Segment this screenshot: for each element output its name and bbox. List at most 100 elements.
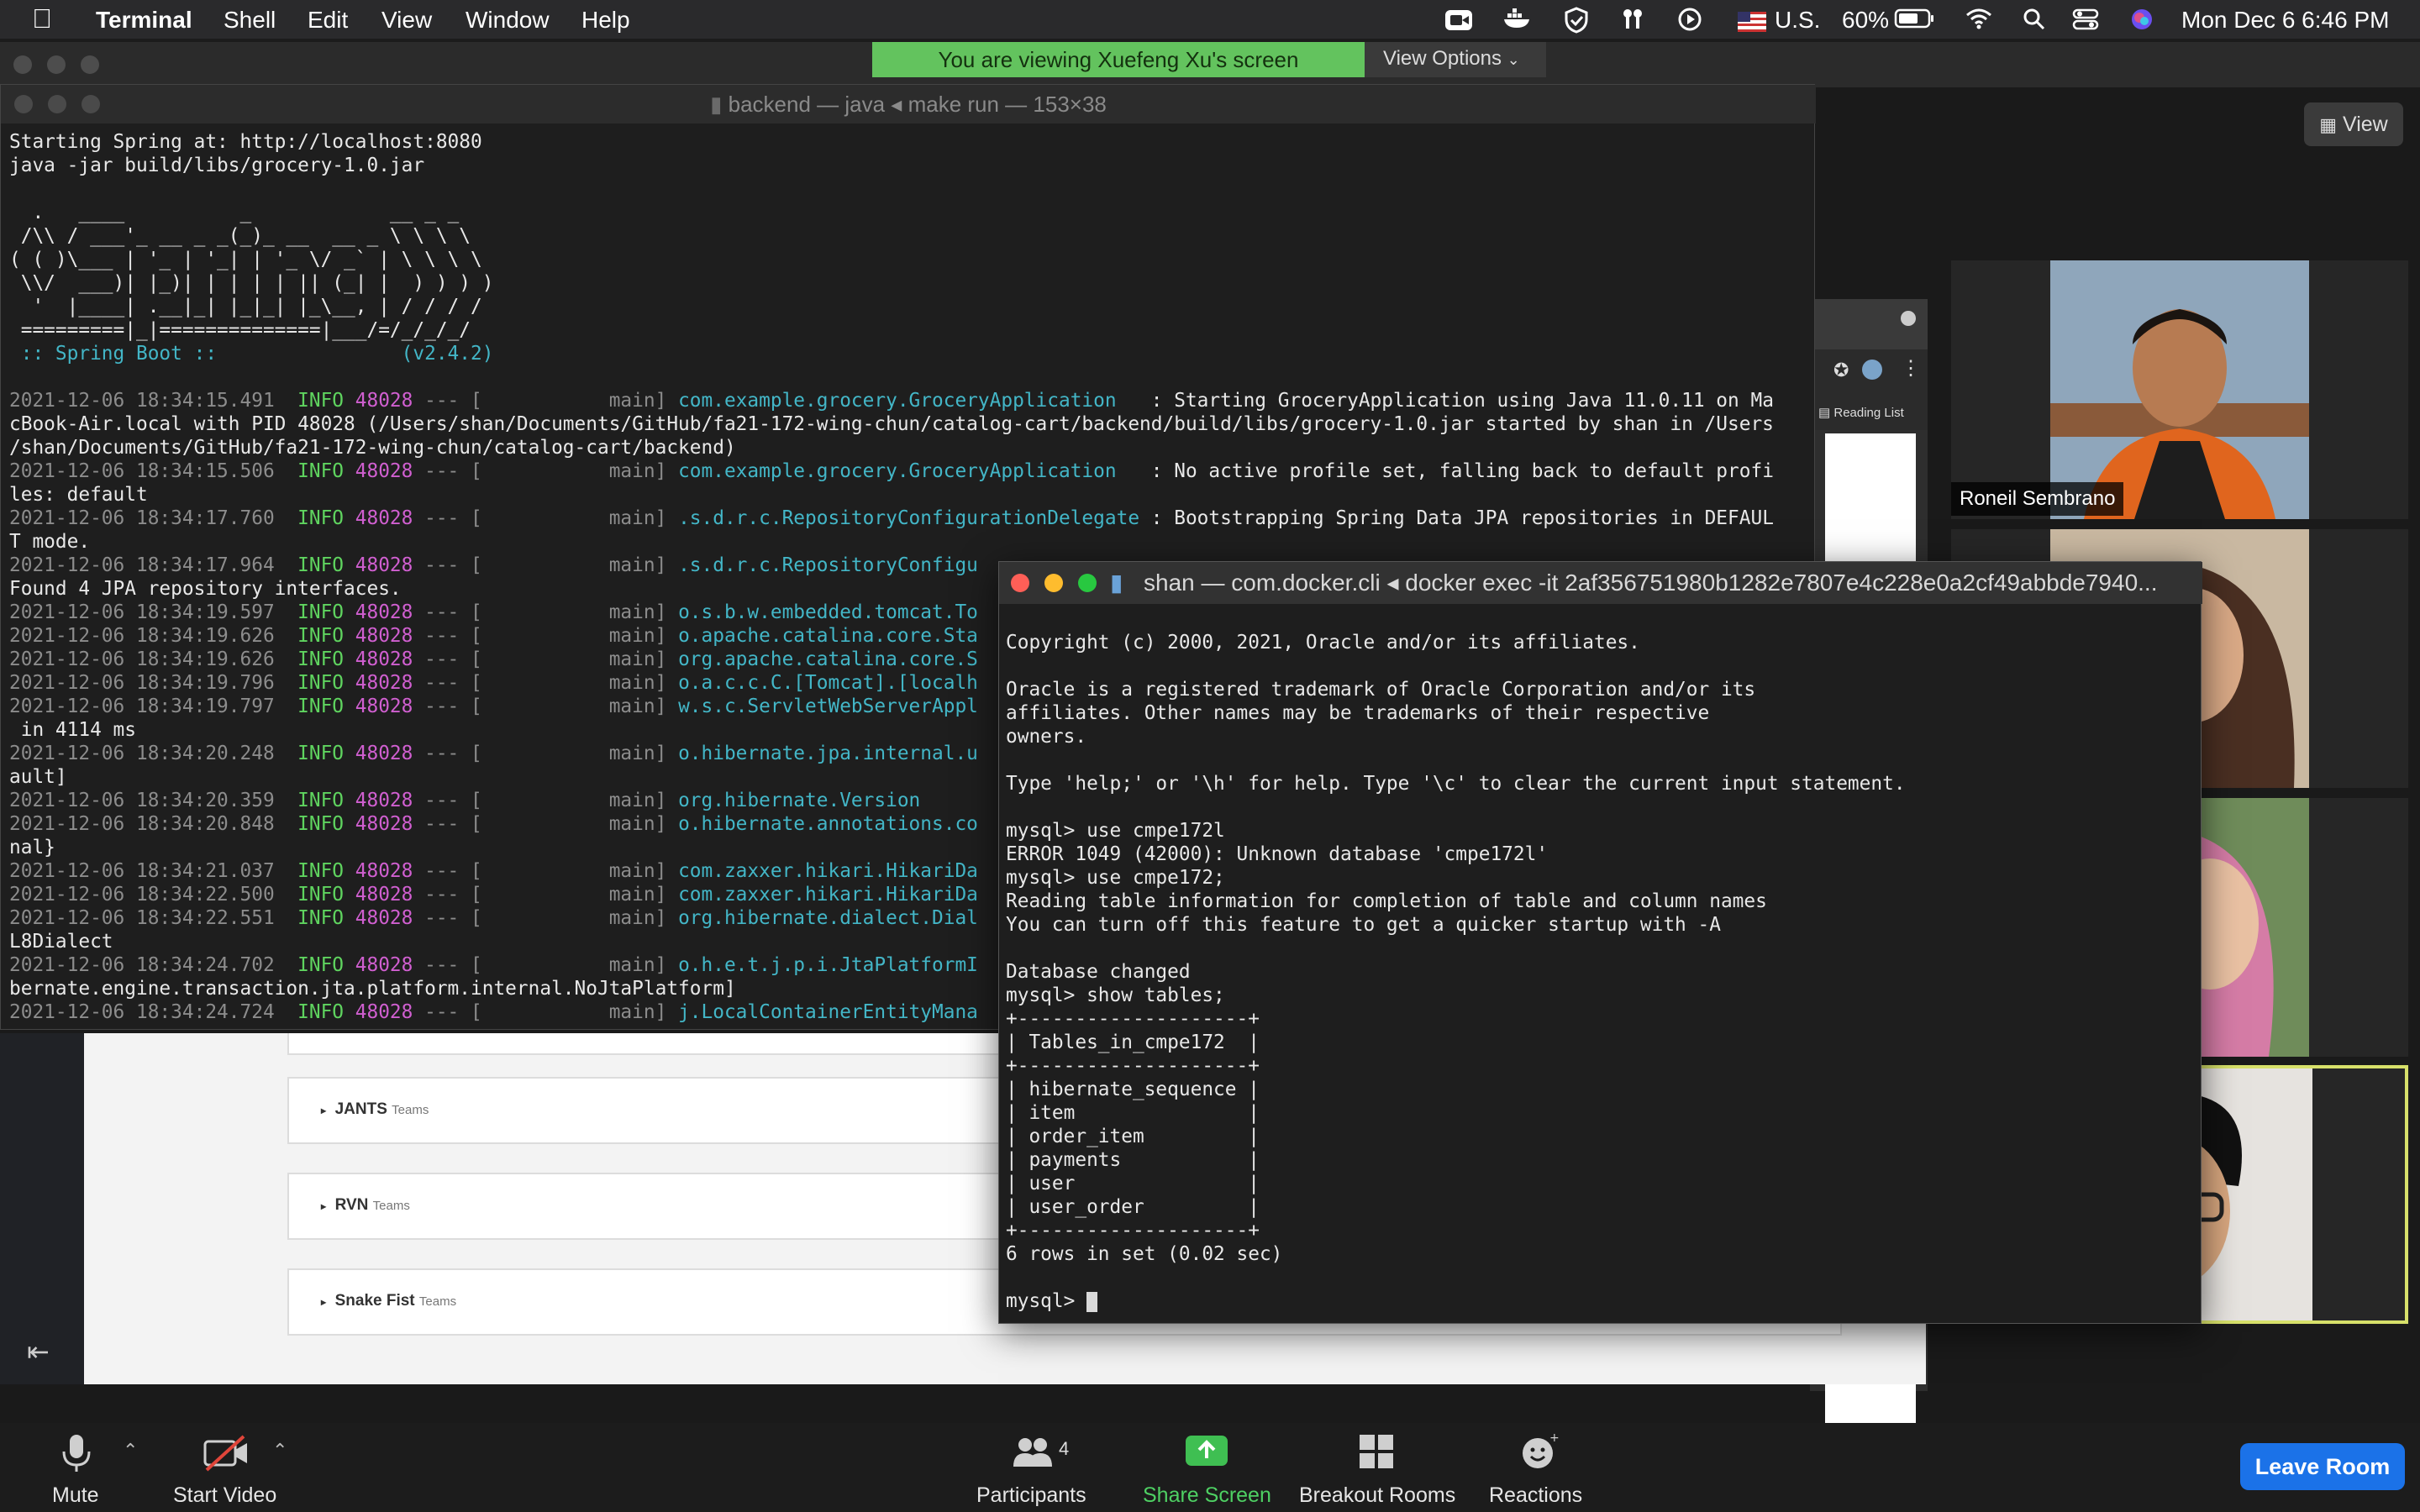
log-logger: com.example.grocery.GroceryApplication bbox=[678, 460, 1140, 482]
reading-list-icon: ▤ bbox=[1818, 406, 1831, 420]
log-thread: --- [ main] bbox=[413, 460, 679, 482]
log-logger: o.hibernate.jpa.internal.u bbox=[678, 743, 978, 764]
log-thread: --- [ main] bbox=[413, 813, 679, 835]
log-line: 2021-12-06 18:34:17.760 INFO 48028 --- [… bbox=[9, 507, 1774, 530]
start-video-button[interactable]: Start Video bbox=[173, 1483, 276, 1508]
view-button[interactable]: ▦ View bbox=[2304, 102, 2403, 146]
menu-window[interactable]: Window bbox=[466, 7, 550, 34]
log-timestamp: 2021-12-06 18:34:15.506 bbox=[9, 460, 298, 482]
clock[interactable]: Mon Dec 6 6:46 PM bbox=[2181, 7, 2389, 34]
log-timestamp: 2021-12-06 18:34:20.848 bbox=[9, 813, 298, 835]
breakout-rooms-button[interactable]: Breakout Rooms bbox=[1299, 1483, 1455, 1508]
browser-toolbar bbox=[1810, 299, 1928, 349]
play-icon[interactable] bbox=[1677, 7, 1702, 38]
terminal-line: . ____ _ __ _ _ bbox=[9, 202, 460, 223]
log-thread: --- [ main] bbox=[413, 860, 679, 882]
log-thread: --- [ main] bbox=[413, 625, 679, 647]
log-thread: --- [ main] bbox=[413, 1001, 679, 1023]
zoom-title-bar: You are viewing Xuefeng Xu's screen View… bbox=[0, 42, 2420, 87]
input-source[interactable]: U.S. bbox=[1775, 7, 1820, 34]
more-icon[interactable]: ⋮ bbox=[1901, 356, 1921, 381]
terminal-output[interactable]: Copyright (c) 2000, 2021, Oracle and/or … bbox=[1006, 631, 1906, 1313]
microphone-icon[interactable] bbox=[55, 1431, 97, 1479]
terminal-line: /\\ / ___'_ __ _ _(_)_ __ __ _ \ \ \ \ bbox=[9, 225, 471, 247]
minimize-button[interactable] bbox=[1044, 574, 1063, 592]
close-tab-icon[interactable] bbox=[1901, 311, 1916, 326]
menu-edit[interactable]: Edit bbox=[308, 7, 348, 34]
apple-icon[interactable]:  bbox=[32, 3, 52, 34]
wifi-icon[interactable] bbox=[1965, 7, 1993, 36]
siri-icon[interactable] bbox=[2129, 7, 2154, 38]
mute-options-chevron-icon[interactable]: ⌃ bbox=[123, 1440, 138, 1462]
terminal-line: mysql> use cmpe172; bbox=[1006, 867, 1225, 889]
participants-button[interactable]: Participants bbox=[976, 1483, 1086, 1508]
log-level: INFO bbox=[297, 601, 355, 623]
close-button[interactable] bbox=[13, 55, 32, 74]
breakout-rooms-icon[interactable] bbox=[1358, 1433, 1395, 1474]
zoom-button[interactable] bbox=[82, 95, 100, 113]
menu-help[interactable]: Help bbox=[581, 7, 630, 34]
terminal-line: | hibernate_sequence | bbox=[1006, 1079, 1260, 1100]
collapse-sidebar-icon[interactable]: ⇤ bbox=[27, 1336, 50, 1368]
terminal-title-bar[interactable]: ▮ shan — com.docker.cli ◂ docker exec -i… bbox=[999, 562, 2202, 604]
participants-icon[interactable] bbox=[1012, 1435, 1055, 1473]
minimize-button[interactable] bbox=[47, 55, 66, 74]
close-button[interactable] bbox=[1011, 574, 1029, 592]
docker-icon[interactable] bbox=[1502, 7, 1533, 38]
menu-shell[interactable]: Shell bbox=[224, 7, 276, 34]
log-logger: .s.d.r.c.RepositoryConfigurationDelegate bbox=[678, 507, 1140, 529]
terminal-line: 6 rows in set (0.02 sec) bbox=[1006, 1243, 1283, 1265]
text-cursor bbox=[1086, 1291, 1098, 1312]
view-options-button[interactable]: View Options ⌄ bbox=[1365, 42, 1546, 77]
minimize-button[interactable] bbox=[48, 95, 66, 113]
participant-tile-1[interactable] bbox=[1951, 260, 2408, 519]
participant-name-1: Roneil Sembrano bbox=[1951, 482, 2124, 516]
video-options-chevron-icon[interactable]: ⌃ bbox=[272, 1440, 287, 1462]
reading-list-label: Reading List bbox=[1833, 406, 1904, 420]
team-suffix: Teams bbox=[372, 1199, 410, 1213]
leave-room-button[interactable]: Leave Room bbox=[2240, 1443, 2405, 1490]
terminal-line: mysql> use cmpe172l bbox=[1006, 820, 1225, 842]
zoom-status-icon[interactable] bbox=[1444, 7, 1474, 38]
share-screen-icon[interactable] bbox=[1185, 1435, 1228, 1471]
team-name: JANTS bbox=[334, 1100, 387, 1118]
menu-app-name[interactable]: Terminal bbox=[96, 7, 192, 34]
puzzle-icon[interactable]: ✪ bbox=[1833, 360, 1849, 381]
reading-list-button[interactable]: ▤ Reading List bbox=[1810, 396, 1928, 430]
log-continuation: les: default bbox=[9, 484, 148, 506]
terminal-window-mysql[interactable]: ▮ shan — com.docker.cli ◂ docker exec -i… bbox=[998, 561, 2202, 1324]
reactions-button[interactable]: Reactions bbox=[1489, 1483, 1582, 1508]
menu-view[interactable]: View bbox=[381, 7, 432, 34]
log-logger: o.h.e.t.j.p.i.JtaPlatformI bbox=[678, 954, 978, 976]
terminal-title-bar[interactable]: ▮ backend — java ◂ make run — 153×38 bbox=[1, 85, 1816, 123]
video-off-icon[interactable] bbox=[202, 1433, 250, 1478]
terminal-line: You can turn off this feature to get a q… bbox=[1006, 914, 1721, 936]
view-options-label: View Options bbox=[1383, 47, 1502, 70]
search-icon[interactable] bbox=[2022, 7, 2047, 38]
terminal-line: Starting Spring at: http://localhost:808… bbox=[9, 131, 482, 153]
terminal-line: | user | bbox=[1006, 1173, 1260, 1194]
zoom-button[interactable] bbox=[1078, 574, 1097, 592]
zoom-button[interactable] bbox=[81, 55, 99, 74]
log-thread: --- [ main] bbox=[413, 696, 679, 717]
banner-line: :: Spring Boot :: (v2.4.2) bbox=[9, 343, 494, 365]
shield-icon[interactable] bbox=[1563, 7, 1590, 39]
log-pid: 48028 bbox=[355, 696, 413, 717]
airpods-icon[interactable] bbox=[1620, 7, 1645, 38]
expand-icon: ▸ bbox=[321, 1200, 327, 1212]
profile-avatar[interactable] bbox=[1862, 360, 1882, 380]
mute-button[interactable]: Mute bbox=[52, 1483, 99, 1508]
log-thread: --- [ main] bbox=[413, 907, 679, 929]
control-center-icon[interactable] bbox=[2072, 7, 2099, 38]
view-button-label: View bbox=[2343, 113, 2388, 136]
close-button[interactable] bbox=[14, 95, 33, 113]
log-level: INFO bbox=[297, 696, 355, 717]
battery-icon[interactable] bbox=[1894, 7, 1936, 36]
log-level: INFO bbox=[297, 390, 355, 412]
terminal-line: +--------------------+ bbox=[1006, 1008, 1260, 1030]
share-screen-button[interactable]: Share Screen bbox=[1143, 1483, 1271, 1508]
reactions-icon[interactable]: + bbox=[1519, 1431, 1560, 1476]
log-level: INFO bbox=[297, 813, 355, 835]
log-thread: --- [ main] bbox=[413, 390, 679, 412]
mysql-prompt-line[interactable]: mysql> bbox=[1006, 1289, 1906, 1313]
